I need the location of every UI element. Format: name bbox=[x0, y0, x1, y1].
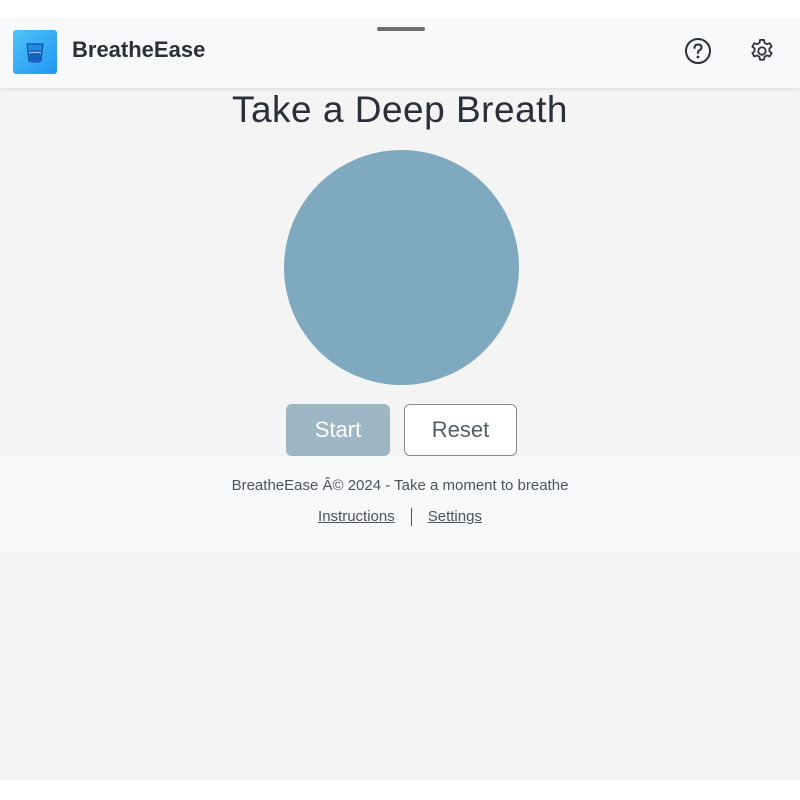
settings-button[interactable] bbox=[746, 35, 778, 67]
gear-icon bbox=[751, 39, 773, 61]
start-button[interactable]: Start bbox=[286, 404, 390, 456]
footer-copyright: BreatheEase Â© 2024 - Take a moment to b… bbox=[231, 477, 569, 494]
water-glass-icon bbox=[26, 43, 44, 63]
app-window: BreatheEase Take a Deep Breath Start Res… bbox=[0, 18, 800, 780]
reset-button[interactable]: Reset bbox=[404, 404, 517, 456]
drag-handle[interactable] bbox=[377, 27, 425, 31]
instructions-link[interactable]: Instructions bbox=[318, 507, 395, 527]
breathing-circle bbox=[284, 150, 519, 385]
help-button[interactable] bbox=[682, 35, 714, 67]
settings-link[interactable]: Settings bbox=[428, 507, 482, 527]
footer-separator bbox=[410, 508, 412, 526]
app-logo bbox=[13, 30, 57, 74]
help-circle-icon bbox=[685, 38, 711, 64]
footer: BreatheEase Â© 2024 - Take a moment to b… bbox=[0, 456, 800, 552]
page-title: Take a Deep Breath bbox=[231, 89, 569, 130]
footer-links: Instructions Settings bbox=[0, 507, 800, 527]
app-title: BreatheEase bbox=[72, 37, 206, 62]
